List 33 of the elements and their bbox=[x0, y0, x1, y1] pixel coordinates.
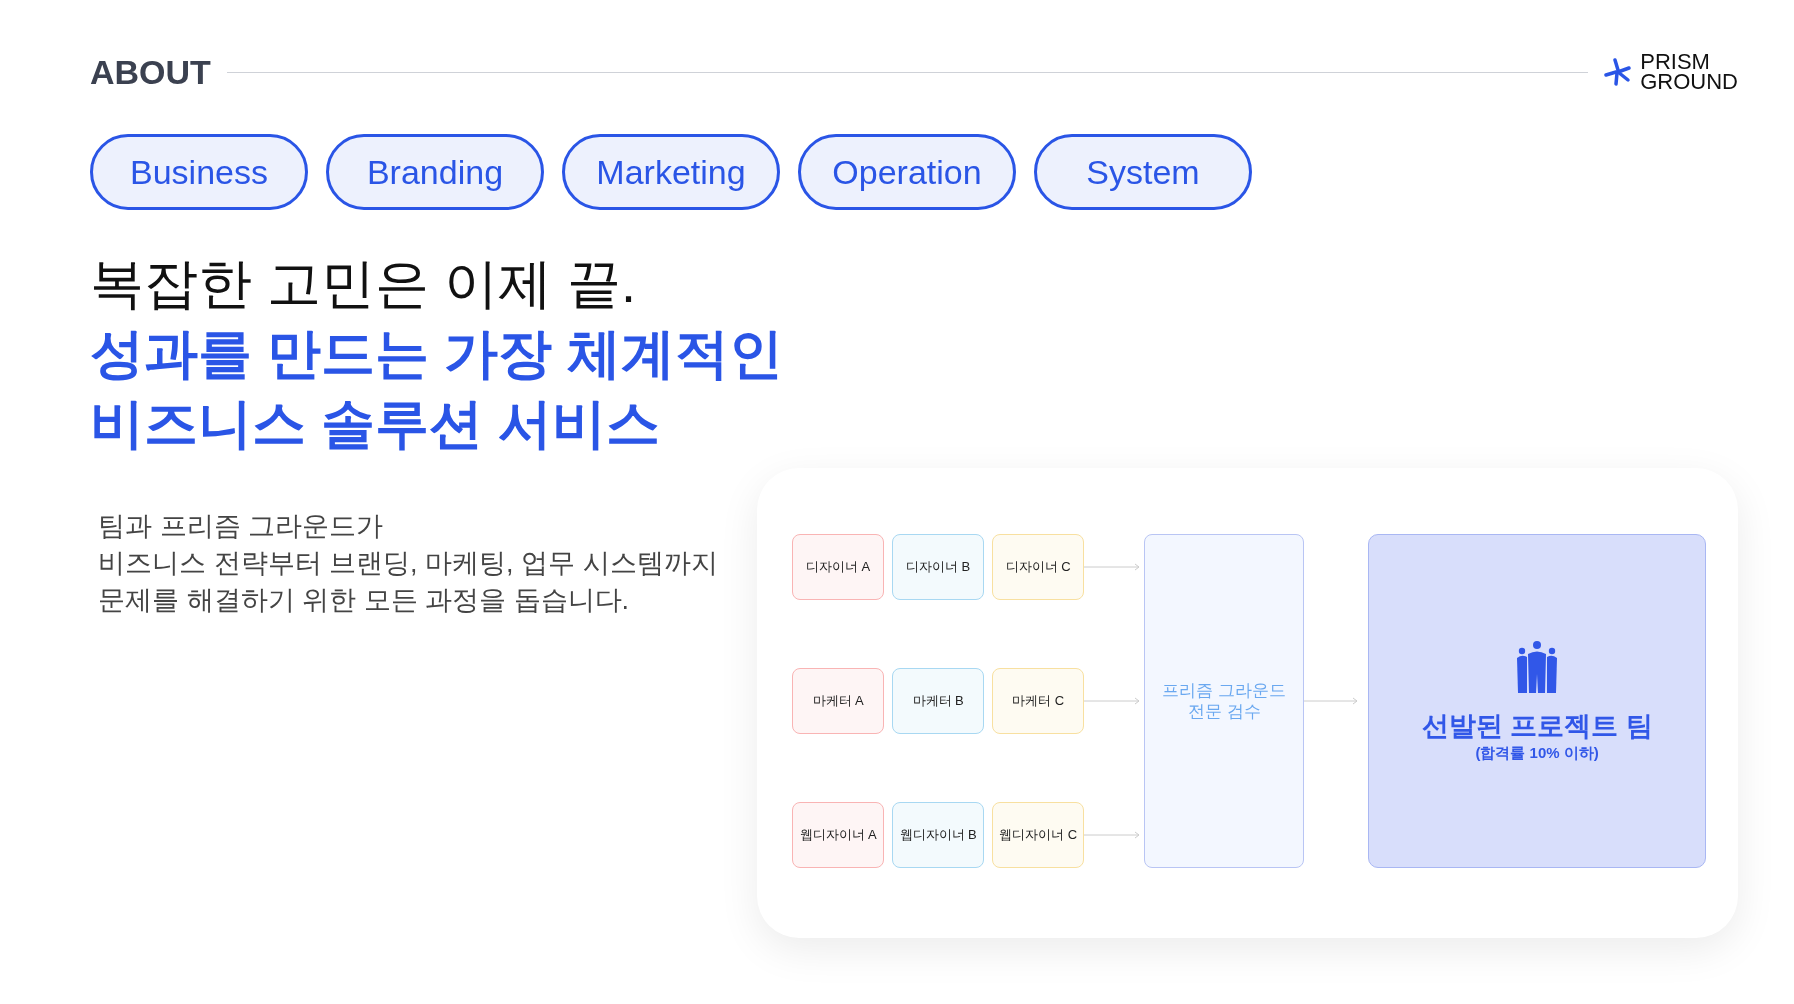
arrow bbox=[1084, 831, 1141, 839]
arrow bbox=[1084, 697, 1141, 705]
arrow bbox=[1304, 697, 1359, 705]
logo-text: GROUND bbox=[1640, 72, 1738, 92]
member-node: 디자이너 A bbox=[792, 534, 885, 600]
description-text: 문제를 해결하기 위한 모든 과정을 돕습니다. bbox=[98, 584, 630, 617]
category-tag: Business bbox=[90, 134, 308, 210]
member-node: 마케터 B bbox=[892, 668, 985, 734]
star-logo-icon bbox=[1604, 58, 1633, 86]
member-node: 웹디자이너 C bbox=[992, 802, 1085, 868]
member-node: 마케터 C bbox=[992, 668, 1085, 734]
member-node: 디자이너 C bbox=[992, 534, 1085, 600]
member-node: 디자이너 B bbox=[892, 534, 985, 600]
review-text: 전문 검수 bbox=[1187, 701, 1261, 722]
team-icon bbox=[1515, 639, 1560, 694]
result-note: (합격률 10% 이하) bbox=[1475, 743, 1599, 763]
member-node: 마케터 A bbox=[792, 668, 885, 734]
review-text: 프리즘 그라운드 bbox=[1162, 680, 1286, 701]
result-title: 선발된 프로젝트 팀 bbox=[1421, 709, 1653, 743]
category-tag: Branding bbox=[326, 134, 544, 210]
category-tag: Operation bbox=[798, 134, 1016, 210]
category-tag: Marketing bbox=[562, 134, 780, 210]
logo-text: PRISM bbox=[1640, 52, 1711, 72]
section-title: ABOUT bbox=[90, 52, 211, 92]
member-node: 웹디자이너 B bbox=[892, 802, 985, 868]
headline-highlight: 비즈니스 솔루션 서비스 bbox=[90, 392, 661, 455]
description-text: 비즈니스 전략부터 브랜딩, 마케팅, 업무 시스템까지 bbox=[98, 547, 719, 580]
headline: 복잡한 고민은 이제 끝. bbox=[90, 252, 637, 315]
arrow bbox=[1084, 563, 1141, 571]
description-text: 팀과 프리즘 그라운드가 bbox=[98, 510, 384, 543]
headline-highlight: 성과를 만드는 가장 체계적인 bbox=[90, 322, 784, 385]
category-tag: System bbox=[1034, 134, 1252, 210]
member-node: 웹디자이너 A bbox=[792, 802, 885, 868]
